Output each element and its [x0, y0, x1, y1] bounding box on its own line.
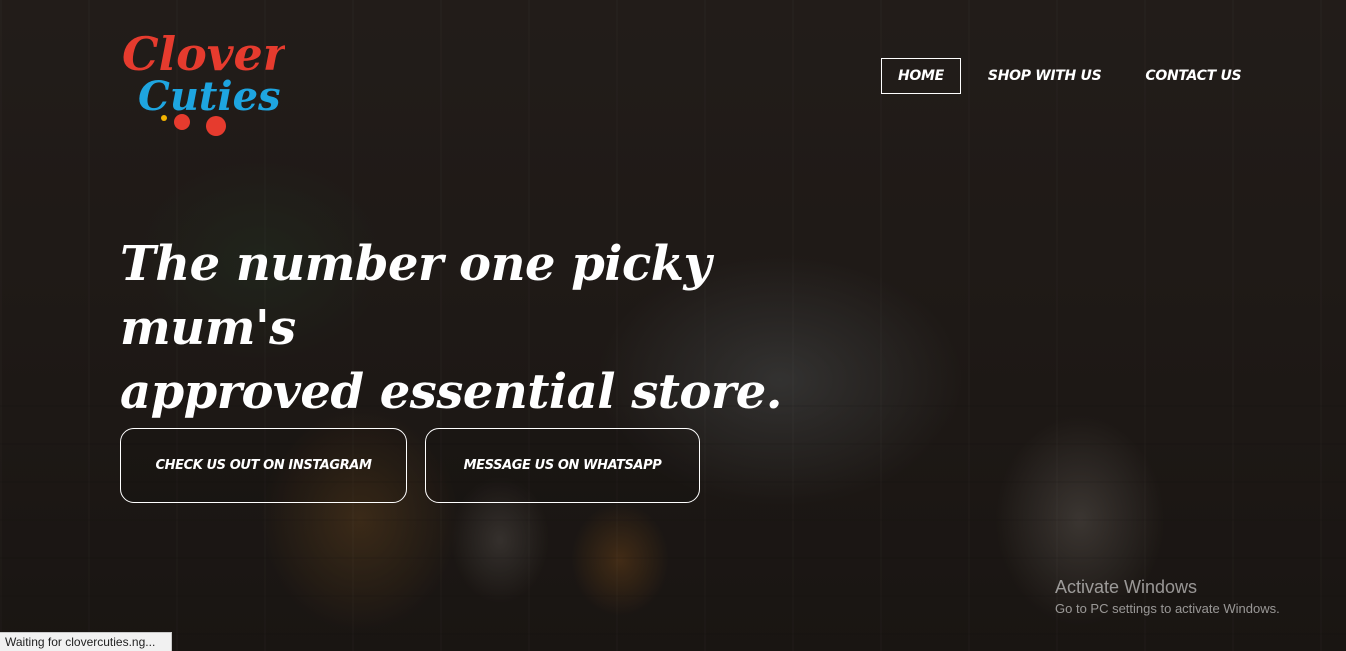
hero-headline: The number one picky mum's approved esse…	[120, 232, 820, 424]
activate-windows-title: Activate Windows	[1055, 577, 1198, 597]
main-nav: HOME SHOP WITH US CONTACT US	[881, 58, 1268, 94]
hero-headline-line-2: approved essential store.	[120, 364, 782, 420]
logo-dot-2	[206, 116, 226, 136]
nav-shop-with-us[interactable]: SHOP WITH US	[971, 58, 1118, 94]
instagram-button[interactable]: CHECK US OUT ON INSTAGRAM	[120, 428, 407, 503]
clover-cuties-logo-icon: Clover Cuties	[122, 27, 291, 136]
whatsapp-button[interactable]: MESSAGE US ON WHATSAPP	[425, 428, 700, 503]
hero-headline-line-1: The number one picky mum's	[120, 236, 711, 356]
site-logo[interactable]: Clover Cuties	[120, 18, 291, 138]
logo-dot-1	[174, 114, 190, 130]
nav-home[interactable]: HOME	[881, 58, 961, 94]
nav-contact-us[interactable]: CONTACT US	[1128, 58, 1258, 94]
logo-dot-3	[161, 115, 167, 121]
logo-line-2: Cuties	[138, 73, 281, 120]
activate-windows-subtitle: Go to PC settings to activate Windows.	[1055, 601, 1280, 616]
activate-windows-watermark: Activate Windows Go to PC settings to ac…	[1055, 577, 1280, 616]
browser-status-bar: Waiting for clovercuties.ng...	[0, 632, 172, 651]
